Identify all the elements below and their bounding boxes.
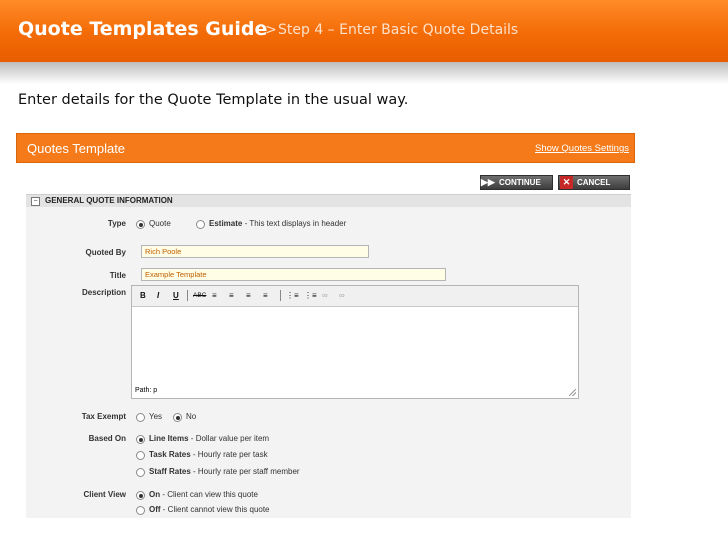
tax-exempt-no-option: No	[186, 412, 197, 421]
client-view-on-radio[interactable]	[136, 491, 145, 500]
client-view-on-option: On - Client can view this quote	[149, 490, 258, 499]
task-rates-option: Task Rates - Hourly rate per task	[149, 450, 268, 459]
quotes-template-panel: Quotes Template Show Quotes Settings ▶▶ …	[16, 133, 635, 523]
client-view-off-option: Off - Client cannot view this quote	[149, 505, 270, 514]
cancel-button[interactable]: ✕ CANCEL	[558, 175, 630, 190]
form-lower-section: Tax Exempt Yes No Based On Line Items - …	[26, 207, 631, 518]
panel-title-bar: Quotes Template Show Quotes Settings	[16, 133, 635, 163]
title-separator: >	[265, 22, 277, 38]
line-items-option: Line Items - Dollar value per item	[149, 434, 270, 443]
client-view-off-radio[interactable]	[136, 506, 145, 515]
line-items-radio[interactable]	[136, 435, 145, 444]
fast-forward-icon: ▶▶	[481, 177, 495, 187]
tax-exempt-yes-radio[interactable]	[136, 413, 145, 422]
slide-title: Quote Templates Guide	[18, 18, 268, 40]
staff-rates-option: Staff Rates - Hourly rate per staff memb…	[149, 467, 300, 476]
continue-label: CONTINUE	[499, 178, 541, 187]
panel-title: Quotes Template	[27, 141, 126, 156]
show-quotes-settings-link[interactable]: Show Quotes Settings	[535, 143, 629, 154]
client-view-label: Client View	[83, 490, 126, 499]
slide-subtitle: Step 4 – Enter Basic Quote Details	[278, 22, 519, 38]
slide-header: Quote Templates Guide > Step 4 – Enter B…	[0, 0, 728, 62]
intro-text: Enter details for the Quote Template in …	[18, 92, 409, 108]
tax-exempt-yes-option: Yes	[149, 412, 163, 421]
collapse-icon[interactable]: −	[31, 197, 40, 206]
continue-button[interactable]: ▶▶ CONTINUE	[480, 175, 553, 190]
staff-rates-radio[interactable]	[136, 468, 145, 477]
tax-exempt-no-radio[interactable]	[173, 413, 182, 422]
close-icon: ✕	[560, 176, 573, 189]
header-shadow	[0, 62, 728, 84]
tax-exempt-label: Tax Exempt	[81, 412, 126, 421]
section-title: GENERAL QUOTE INFORMATION	[45, 196, 173, 205]
task-rates-radio[interactable]	[136, 451, 145, 460]
based-on-label: Based On	[88, 434, 126, 443]
cancel-label: CANCEL	[577, 178, 611, 187]
section-header: − GENERAL QUOTE INFORMATION	[26, 194, 631, 208]
